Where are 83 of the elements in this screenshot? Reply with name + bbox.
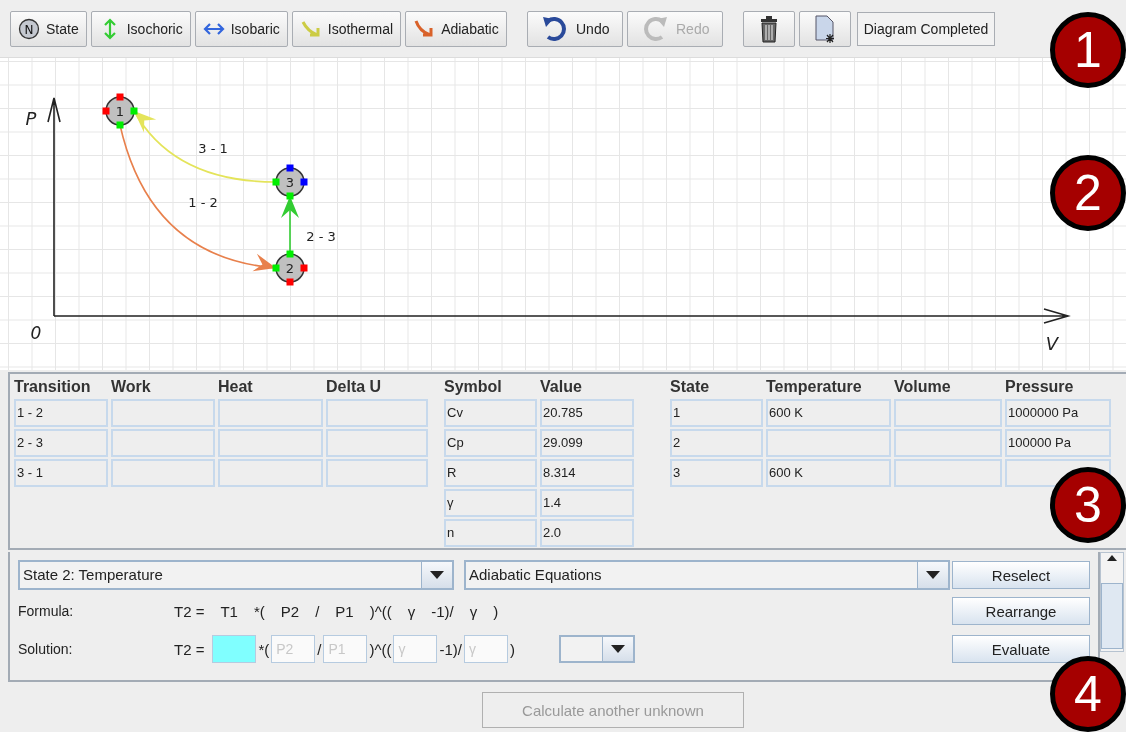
column-header: Delta U — [326, 377, 383, 397]
column-header: Symbol — [444, 377, 503, 397]
axis-label: P — [25, 108, 37, 129]
table-cell: 100000 Pa — [1005, 429, 1111, 457]
formula-term: -1)/ — [431, 602, 454, 620]
formula-term: γ — [407, 602, 416, 620]
table-cell: 3 — [670, 459, 763, 487]
state-node[interactable]: 2 — [272, 250, 308, 286]
table-cell: 20.785 — [540, 399, 634, 427]
delete-button[interactable] — [742, 10, 795, 47]
answer-field[interactable] — [212, 635, 257, 663]
operator-dropdown[interactable] — [559, 635, 635, 663]
step-badge: 3 — [1050, 467, 1126, 543]
formula-term: P2 — [280, 602, 300, 620]
table-cell: 3 - 1 — [14, 459, 108, 487]
solution-term: )^(( — [369, 640, 392, 658]
state-tool-button[interactable]: N State — [10, 10, 87, 47]
scrollbar[interactable] — [1100, 552, 1124, 652]
column-header: Volume — [894, 377, 952, 397]
solution-term: T2 = — [174, 640, 205, 658]
step-badge: 4 — [1050, 656, 1126, 732]
n-circle-icon: N — [18, 17, 40, 40]
equation-dropdown[interactable]: Adiabatic Equations — [464, 560, 950, 590]
new-document-icon — [813, 13, 836, 44]
column-header: Heat — [218, 377, 254, 397]
table-cell: 2 - 3 — [14, 429, 108, 457]
table-cell: 600 K — [766, 399, 891, 427]
column-header: Transition — [14, 377, 92, 397]
formula-term: T2 = — [174, 602, 205, 620]
transition-label: 1 - 2 — [188, 195, 218, 210]
axis-label: V — [1045, 333, 1059, 354]
table-cell: Cp — [444, 429, 537, 457]
table-cell: 2.0 — [540, 519, 634, 547]
up-arrow-icon[interactable] — [1106, 553, 1118, 563]
undo-button[interactable]: Undo — [526, 10, 623, 47]
solution-label: Solution: — [18, 641, 74, 657]
diagram-status-label: Diagram Completed — [856, 11, 996, 46]
column-header: Pressure — [1005, 377, 1075, 397]
table-cell: 8.314 — [540, 459, 634, 487]
unknown-dropdown[interactable]: State 2: Temperature — [18, 560, 454, 590]
table-cell: 1.4 — [540, 489, 634, 517]
isothermal-tool-button[interactable]: Isothermal — [291, 10, 402, 47]
solution-term: *( — [258, 640, 270, 658]
adiabatic-tool-button[interactable]: Adiabatic — [405, 10, 507, 47]
table-cell: R — [444, 459, 537, 487]
solution-term: ) — [510, 640, 515, 658]
axis-label: 0 — [30, 323, 42, 343]
table-cell: 29.099 — [540, 429, 634, 457]
column-header: State — [670, 377, 711, 397]
formula-term: γ — [469, 602, 478, 620]
table-cell: 1000000 Pa — [1005, 399, 1111, 427]
action-button[interactable]: Rearrange — [952, 597, 1090, 625]
state-node[interactable]: 3 — [272, 164, 308, 200]
isobaric-tool-button[interactable]: Isobaric — [194, 10, 288, 47]
caret-icon — [430, 571, 444, 579]
formula-term: *( — [253, 602, 265, 620]
action-button[interactable]: Evaluate — [952, 635, 1090, 663]
caret-icon — [926, 571, 940, 579]
formula-label: Formula: — [18, 603, 75, 619]
caret-icon — [611, 645, 625, 653]
isochoric-tool-button[interactable]: Isochoric — [90, 10, 191, 47]
new-diagram-button[interactable] — [798, 10, 851, 47]
solution-term: -1)/ — [439, 640, 462, 658]
table-cell: γ — [444, 489, 537, 517]
table-cell: 1 — [670, 399, 763, 427]
formula-term: )^(( — [369, 602, 392, 620]
table-cell: 1 - 2 — [14, 399, 108, 427]
formula-term: T1 — [220, 602, 238, 620]
table-cell: 2 — [670, 429, 763, 457]
formula-term: P1 — [335, 602, 354, 620]
formula-term: / — [315, 602, 320, 620]
table-cell: 600 K — [766, 459, 891, 487]
state-node[interactable]: 1 — [102, 93, 138, 129]
table-cell: n — [444, 519, 537, 547]
transition-label: 3 - 1 — [198, 141, 228, 156]
solution-term: / — [317, 640, 322, 658]
transition-label: 2 - 3 — [306, 229, 336, 244]
formula-term: ) — [493, 602, 499, 620]
action-button[interactable]: Reselect — [952, 561, 1090, 589]
table-cell: Cv — [444, 399, 537, 427]
column-header: Temperature — [766, 377, 863, 397]
column-header: Work — [111, 377, 152, 397]
column-header: Value — [540, 377, 583, 397]
